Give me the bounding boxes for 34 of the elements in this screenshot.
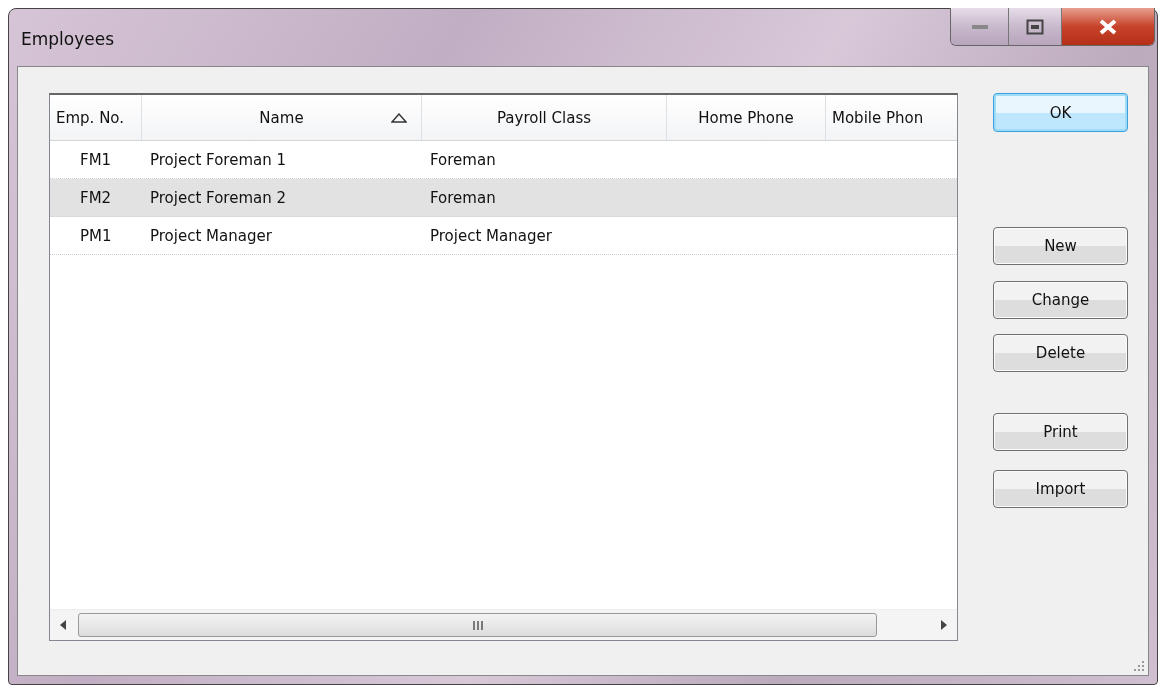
dialog-button[interactable]: Change xyxy=(993,281,1128,319)
close-button[interactable] xyxy=(1061,8,1154,45)
table-cell-text: Foreman xyxy=(429,187,497,209)
maximize-button[interactable] xyxy=(1008,8,1061,45)
resize-grip-icon[interactable] xyxy=(1133,660,1145,672)
grip-icon xyxy=(472,620,483,630)
column-header[interactable]: Emp. No. xyxy=(50,95,142,140)
dialog-button[interactable]: Import xyxy=(993,470,1128,508)
close-icon xyxy=(1098,18,1118,35)
table-cell-text: PM1 xyxy=(79,225,113,247)
table-row[interactable]: FM2 Project Foreman 2 Foreman xyxy=(50,179,957,217)
table-cell-text: Project Foreman 1 xyxy=(149,149,288,171)
dialog-button[interactable]: New xyxy=(993,227,1128,265)
dialog-button[interactable]: Delete xyxy=(993,334,1128,372)
minimize-icon xyxy=(970,23,989,30)
table-cell-text: Foreman xyxy=(429,149,497,171)
column-header[interactable]: Name xyxy=(142,95,422,140)
column-header[interactable]: Payroll Class xyxy=(422,95,667,140)
horizontal-scrollbar[interactable] xyxy=(50,609,957,640)
table-cell-text: Project Manager xyxy=(429,225,553,247)
scroll-left-icon[interactable] xyxy=(60,620,66,630)
dialog-button[interactable]: Print xyxy=(993,413,1128,451)
table-cell-text: Project Foreman 2 xyxy=(149,187,288,209)
column-header[interactable]: Mobile Phon xyxy=(826,95,957,140)
maximize-icon xyxy=(1026,18,1044,35)
scroll-right-icon[interactable] xyxy=(941,620,947,630)
sort-ascending-icon xyxy=(391,113,407,123)
window-title: Employees xyxy=(21,29,115,49)
table-cell-text: FM1 xyxy=(79,149,113,171)
column-header[interactable]: Home Phone xyxy=(667,95,826,140)
scrollbar-thumb[interactable] xyxy=(78,613,877,637)
dialog-button[interactable]: OK xyxy=(993,93,1128,132)
table-cell-text: FM2 xyxy=(79,187,113,209)
table-cell-text: Project Manager xyxy=(149,225,273,247)
